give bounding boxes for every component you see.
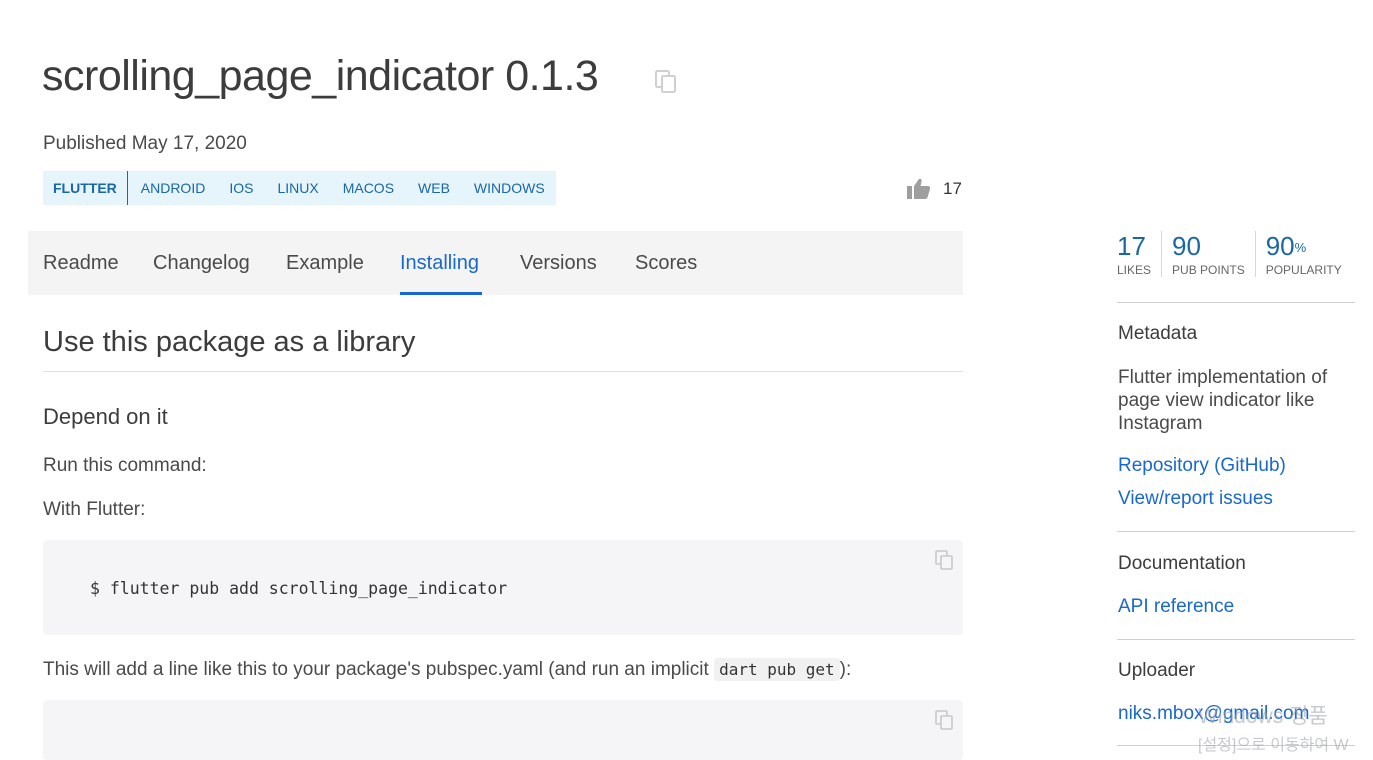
published-date: Published May 17, 2020 <box>43 133 247 154</box>
stat-suffix: % <box>1294 240 1307 255</box>
stat-label: LIKES <box>1117 263 1152 277</box>
inline-code: dart pub get <box>714 658 840 681</box>
activation-watermark-subtext: [설정]으로 이동하여 W <box>1198 737 1349 754</box>
section-heading: Use this package as a library <box>43 326 416 358</box>
platform-tag[interactable]: WEB <box>405 171 461 205</box>
thumb-up-icon <box>906 178 931 200</box>
pubspec-code-block <box>43 700 963 760</box>
platform-tag[interactable]: WINDOWS <box>461 171 556 205</box>
issues-link[interactable]: View/report issues <box>1118 488 1273 510</box>
copy-icon[interactable] <box>935 710 953 730</box>
command-code-block: $ flutter pub add scrolling_page_indicat… <box>43 540 963 635</box>
platform-tag[interactable]: MACOS <box>330 171 405 205</box>
package-title: scrolling_page_indicator 0.1.3 <box>42 52 599 100</box>
stat-value: 90 <box>1172 231 1201 261</box>
like-button[interactable]: 17 <box>906 178 962 200</box>
tab-changelog[interactable]: Changelog <box>153 252 250 275</box>
copy-icon[interactable] <box>935 550 953 570</box>
stat-label: PUB POINTS <box>1172 263 1245 277</box>
platform-tags: FLUTTER ANDROID IOS LINUX MACOS WEB WIND… <box>43 171 556 205</box>
divider <box>43 371 963 372</box>
stat-pub-points[interactable]: 90 PUB POINTS <box>1172 231 1256 277</box>
stat-popularity[interactable]: 90% POPULARITY <box>1266 231 1352 277</box>
with-flutter-text: With Flutter: <box>43 499 146 520</box>
sdk-tag-flutter[interactable]: FLUTTER <box>43 171 128 205</box>
sidebar-divider <box>1117 531 1355 532</box>
likes-count: 17 <box>943 179 962 198</box>
uploader-heading: Uploader <box>1118 660 1196 681</box>
pubspec-note-text: This will add a line like this to your p… <box>43 659 709 680</box>
subsection-heading: Depend on it <box>43 404 168 429</box>
sidebar-divider <box>1117 639 1355 640</box>
sidebar-divider <box>1117 302 1355 303</box>
platform-tag[interactable]: ANDROID <box>128 171 217 205</box>
repository-link[interactable]: Repository (GitHub) <box>1118 455 1286 477</box>
stat-label: POPULARITY <box>1265 263 1342 277</box>
metadata-heading: Metadata <box>1118 323 1198 344</box>
pubspec-note: This will add a line like this to your p… <box>43 658 852 681</box>
copy-icon[interactable] <box>655 70 677 94</box>
documentation-heading: Documentation <box>1118 553 1246 574</box>
command-text[interactable]: $ flutter pub add scrolling_page_indicat… <box>90 579 507 598</box>
pubspec-note-end: ): <box>839 659 852 680</box>
stat-likes[interactable]: 17 LIKES <box>1117 231 1163 277</box>
platform-tag[interactable]: IOS <box>216 171 264 205</box>
api-reference-link[interactable]: API reference <box>1118 596 1234 618</box>
tab-readme[interactable]: Readme <box>43 252 119 275</box>
stat-value: 17 <box>1117 231 1146 261</box>
stat-value: 90 <box>1265 231 1295 261</box>
activation-watermark: Windows 정품 <box>1198 705 1328 728</box>
platform-tag[interactable]: LINUX <box>264 171 329 205</box>
run-command-text: Run this command: <box>43 455 207 476</box>
tab-versions[interactable]: Versions <box>520 252 597 275</box>
tab-bar: Readme Changelog Example Installing Vers… <box>28 231 963 295</box>
tab-scores[interactable]: Scores <box>635 252 697 275</box>
tab-example[interactable]: Example <box>286 252 364 275</box>
score-stats: 17 LIKES 90 PUB POINTS 90% POPULARITY <box>1117 231 1362 277</box>
package-description: Flutter implementation of page view indi… <box>1118 367 1328 434</box>
tab-installing[interactable]: Installing <box>400 252 479 275</box>
active-tab-indicator <box>400 292 482 295</box>
